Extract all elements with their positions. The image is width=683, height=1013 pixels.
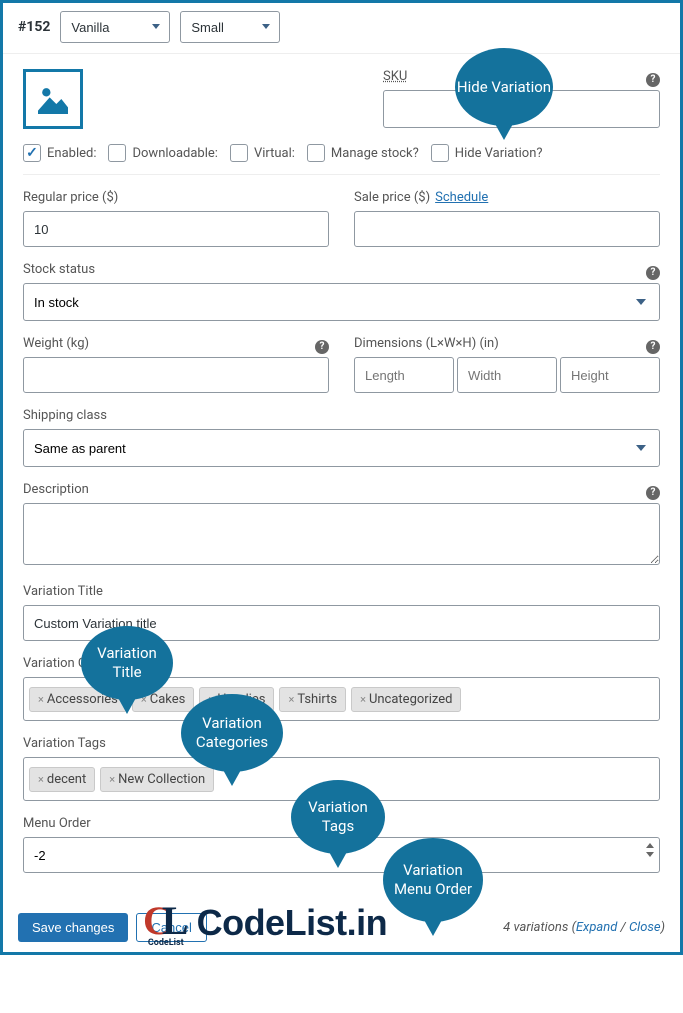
weight-input[interactable]: [23, 357, 329, 393]
dimensions-label: Dimensions (L×W×H) (in): [354, 336, 499, 351]
attribute-2-select[interactable]: Small: [180, 11, 280, 43]
codelist-watermark: C L CodeList CodeList.in: [143, 897, 387, 948]
remove-icon[interactable]: ×: [109, 773, 115, 786]
height-input[interactable]: [560, 357, 660, 393]
enabled-check[interactable]: Enabled:: [23, 144, 96, 162]
regular-price-label: Regular price ($): [23, 190, 329, 205]
variation-title-callout: Variation Title: [81, 626, 173, 700]
help-icon[interactable]: ?: [646, 73, 660, 87]
variations-summary: 4 variations (Expand / Close): [503, 920, 665, 935]
hide-variation-callout: Hide Variation: [455, 48, 553, 126]
sale-price-label: Sale price ($) Schedule: [354, 190, 660, 205]
schedule-link[interactable]: Schedule: [435, 190, 488, 205]
variation-title-label: Variation Title: [23, 584, 660, 599]
description-label: Description: [23, 482, 89, 497]
variation-id: #152: [18, 19, 50, 35]
help-icon[interactable]: ?: [315, 340, 329, 354]
description-textarea[interactable]: [23, 503, 660, 565]
category-tag[interactable]: ×Uncategorized: [351, 687, 461, 712]
weight-label: Weight (kg): [23, 336, 89, 351]
variation-header: #152 Vanilla Small: [3, 11, 680, 54]
remove-icon[interactable]: ×: [38, 773, 44, 786]
regular-price-input[interactable]: [23, 211, 329, 247]
checkbox-icon: [108, 144, 126, 162]
help-icon[interactable]: ?: [646, 266, 660, 280]
stock-status-select[interactable]: In stock: [23, 283, 660, 321]
category-tag[interactable]: ×Tshirts: [279, 687, 346, 712]
checkbox-icon: [307, 144, 325, 162]
panel-footer: Save changes Cancel C L CodeList CodeLis…: [3, 903, 680, 952]
checkbox-icon: [230, 144, 248, 162]
hide-variation-check[interactable]: Hide Variation?: [431, 144, 543, 162]
remove-icon[interactable]: ×: [38, 693, 44, 706]
expand-link[interactable]: Expand: [576, 920, 617, 935]
remove-icon[interactable]: ×: [360, 693, 366, 706]
image-icon: [33, 79, 73, 119]
variation-categories-callout: Variation Categories: [181, 694, 283, 772]
shipping-class-select[interactable]: Same as parent: [23, 429, 660, 467]
close-link[interactable]: Close: [629, 920, 661, 935]
tag-item[interactable]: ×decent: [29, 767, 95, 792]
variation-body: Hide Variation SKU ? Enabled: Downloadab…: [3, 54, 680, 903]
attribute-1-select[interactable]: Vanilla: [60, 11, 170, 43]
tag-item[interactable]: ×New Collection: [100, 767, 214, 792]
shipping-class-label: Shipping class: [23, 408, 660, 423]
downloadable-check[interactable]: Downloadable:: [108, 144, 217, 162]
sku-label: SKU: [383, 69, 407, 84]
variation-menu-order-callout: Variation Menu Order: [383, 838, 483, 922]
virtual-check[interactable]: Virtual:: [230, 144, 295, 162]
sale-price-input[interactable]: [354, 211, 660, 247]
variation-panel: #152 Vanilla Small Hide Variation SKU: [0, 0, 683, 955]
stock-status-label: Stock status: [23, 262, 95, 277]
length-input[interactable]: [354, 357, 454, 393]
variation-tags-callout: Variation Tags: [291, 780, 385, 854]
width-input[interactable]: [457, 357, 557, 393]
checkbox-icon: [23, 144, 41, 162]
variation-image-placeholder[interactable]: [23, 69, 83, 129]
checkbox-icon: [431, 144, 449, 162]
save-button[interactable]: Save changes: [18, 913, 128, 942]
remove-icon[interactable]: ×: [288, 693, 294, 706]
variation-tags-label: Variation Tags: [23, 736, 660, 751]
help-icon[interactable]: ?: [646, 340, 660, 354]
manage-stock-check[interactable]: Manage stock?: [307, 144, 419, 162]
stepper-icon[interactable]: [646, 843, 654, 857]
options-row: Enabled: Downloadable: Virtual: Manage s…: [23, 144, 660, 175]
help-icon[interactable]: ?: [646, 486, 660, 500]
